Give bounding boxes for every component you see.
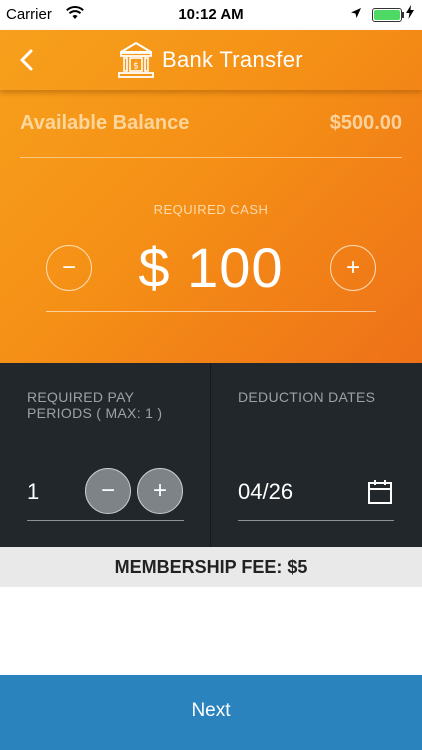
battery-icon bbox=[372, 8, 402, 22]
location-arrow-icon bbox=[350, 6, 362, 23]
deduction-dates-label: DEDUCTION DATES bbox=[238, 389, 376, 405]
pay-periods-value: 1 bbox=[27, 479, 40, 504]
nav-bar: $ Bank Transfer bbox=[0, 30, 422, 90]
bank-icon: $ bbox=[118, 42, 154, 78]
amount-underline bbox=[46, 311, 376, 312]
deduction-date-field[interactable]: 04/26 bbox=[238, 479, 293, 505]
chevron-left-icon bbox=[20, 49, 33, 71]
membership-fee-banner: MEMBERSHIP FEE: $5 bbox=[0, 547, 422, 587]
plus-icon: + bbox=[345, 254, 360, 281]
balance-divider bbox=[20, 157, 402, 158]
plus-icon: + bbox=[152, 477, 167, 504]
page-title: Bank Transfer bbox=[162, 47, 303, 72]
available-balance-label: Available Balance bbox=[20, 112, 190, 134]
deduction-date-underline bbox=[238, 520, 394, 521]
battery-tip bbox=[402, 12, 404, 18]
options-panel: REQUIRED PAY PERIODS ( MAX: 1 ) 1 − + DE… bbox=[0, 363, 422, 547]
decrease-pay-periods-button[interactable]: − bbox=[85, 468, 131, 514]
minus-icon: − bbox=[100, 477, 115, 504]
available-balance-row: Available Balance $500.00 bbox=[20, 112, 402, 142]
charging-bolt-icon bbox=[406, 5, 414, 22]
nav-title-group: $ Bank Transfer bbox=[118, 40, 303, 80]
column-divider bbox=[210, 363, 211, 547]
required-cash-label: REQUIRED CASH bbox=[153, 202, 269, 217]
available-balance-value: $500.00 bbox=[329, 112, 402, 134]
calendar-icon[interactable] bbox=[367, 479, 393, 505]
increase-pay-periods-button[interactable]: + bbox=[137, 468, 183, 514]
next-button[interactable]: Next bbox=[0, 675, 422, 750]
pay-periods-underline bbox=[27, 520, 184, 521]
pay-periods-label: REQUIRED PAY PERIODS ( MAX: 1 ) bbox=[27, 389, 163, 421]
svg-text:$: $ bbox=[133, 62, 139, 72]
back-button[interactable] bbox=[14, 46, 42, 74]
status-bar: Carrier 10:12 AM bbox=[0, 0, 422, 30]
cash-panel: $ Bank Transfer Available Balance $500.0… bbox=[0, 30, 422, 363]
increase-cash-button[interactable]: + bbox=[330, 245, 376, 291]
